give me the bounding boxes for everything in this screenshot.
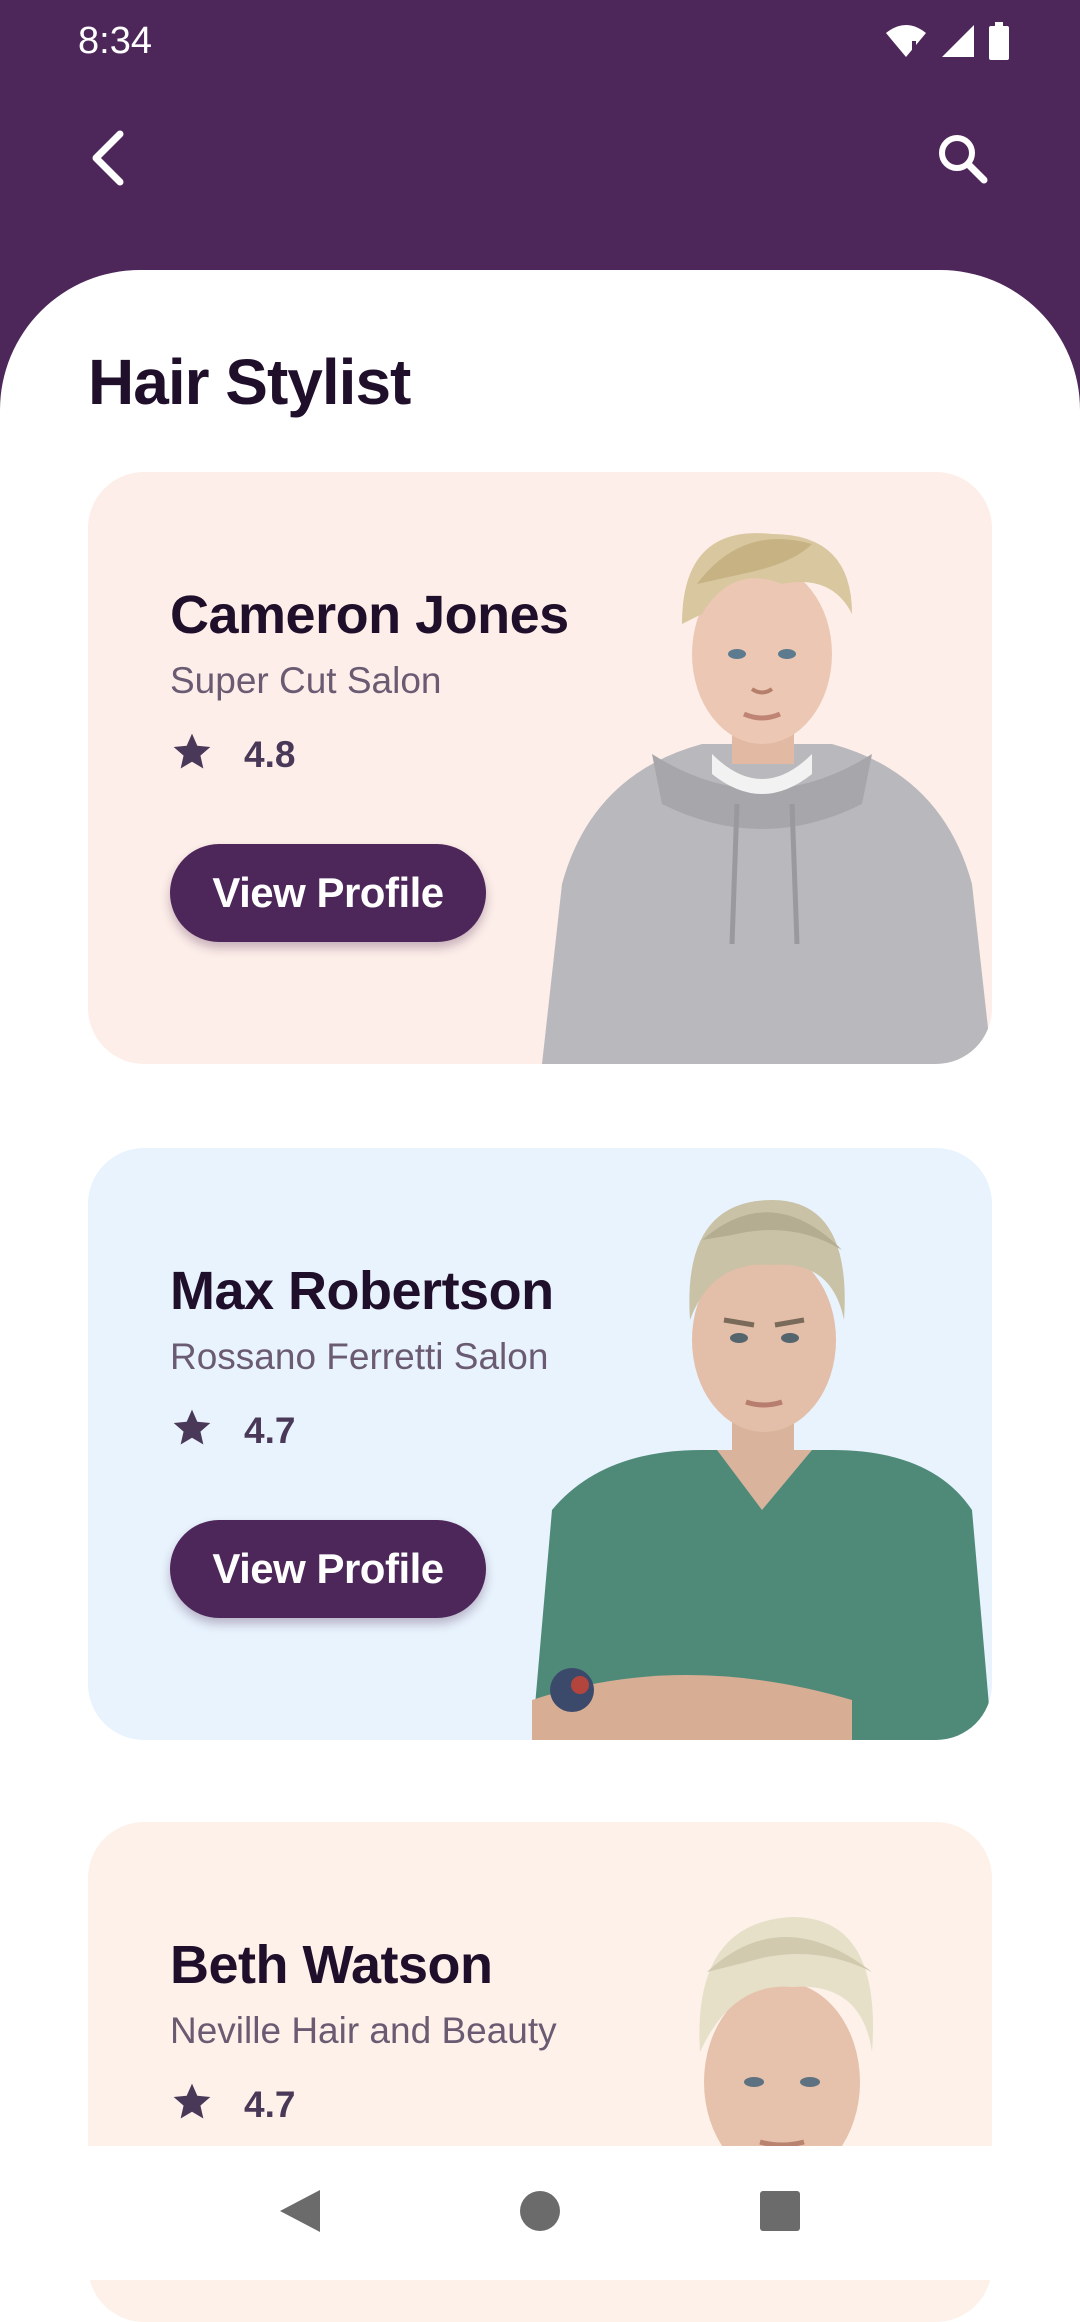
page-title: Hair Stylist [88, 346, 411, 418]
star-icon [170, 730, 214, 779]
back-button[interactable] [78, 120, 138, 200]
stylist-card[interactable]: Cameron Jones Super Cut Salon 4.8 View P… [88, 472, 992, 1064]
stylist-photo [542, 533, 992, 1064]
star-icon [170, 2080, 214, 2129]
stylist-salon: Rossano Ferretti Salon [170, 1336, 549, 1377]
status-time: 8:34 [78, 20, 152, 62]
stylist-salon: Super Cut Salon [170, 660, 442, 701]
nav-home-icon [519, 2190, 561, 2237]
nav-recents-icon [759, 2190, 801, 2237]
nav-recents-button[interactable] [750, 2183, 810, 2243]
rating-value: 4.8 [244, 733, 296, 775]
search-button[interactable] [922, 120, 1002, 200]
signal-icon [940, 23, 976, 64]
nav-back-icon [278, 2188, 322, 2239]
stylist-rating: 4.7 [170, 1406, 295, 1455]
battery-icon [988, 22, 1010, 65]
wifi-icon [884, 23, 928, 64]
status-icons [884, 22, 1010, 65]
view-profile-button[interactable]: View Profile [170, 1520, 486, 1618]
chevron-left-icon [88, 128, 128, 193]
stylist-name: Max Robertson [170, 1261, 554, 1321]
system-nav-bar [0, 2146, 1080, 2280]
stylist-name: Cameron Jones [170, 585, 569, 645]
rating-value: 4.7 [244, 2083, 296, 2125]
stylist-card[interactable]: Max Robertson Rossano Ferretti Salon 4.7… [88, 1148, 992, 1740]
nav-back-button[interactable] [270, 2183, 330, 2243]
stylist-rating: 4.8 [170, 730, 295, 779]
rating-value: 4.7 [244, 1409, 296, 1451]
search-icon [935, 131, 989, 190]
view-profile-button[interactable]: View Profile [170, 844, 486, 942]
stylist-name: Beth Watson [170, 1935, 493, 1995]
stylist-rating: 4.7 [170, 2080, 295, 2129]
star-icon [170, 1406, 214, 1455]
stylist-salon: Neville Hair and Beauty [170, 2010, 557, 2051]
stylist-photo [532, 1200, 992, 1740]
nav-home-button[interactable] [510, 2183, 570, 2243]
